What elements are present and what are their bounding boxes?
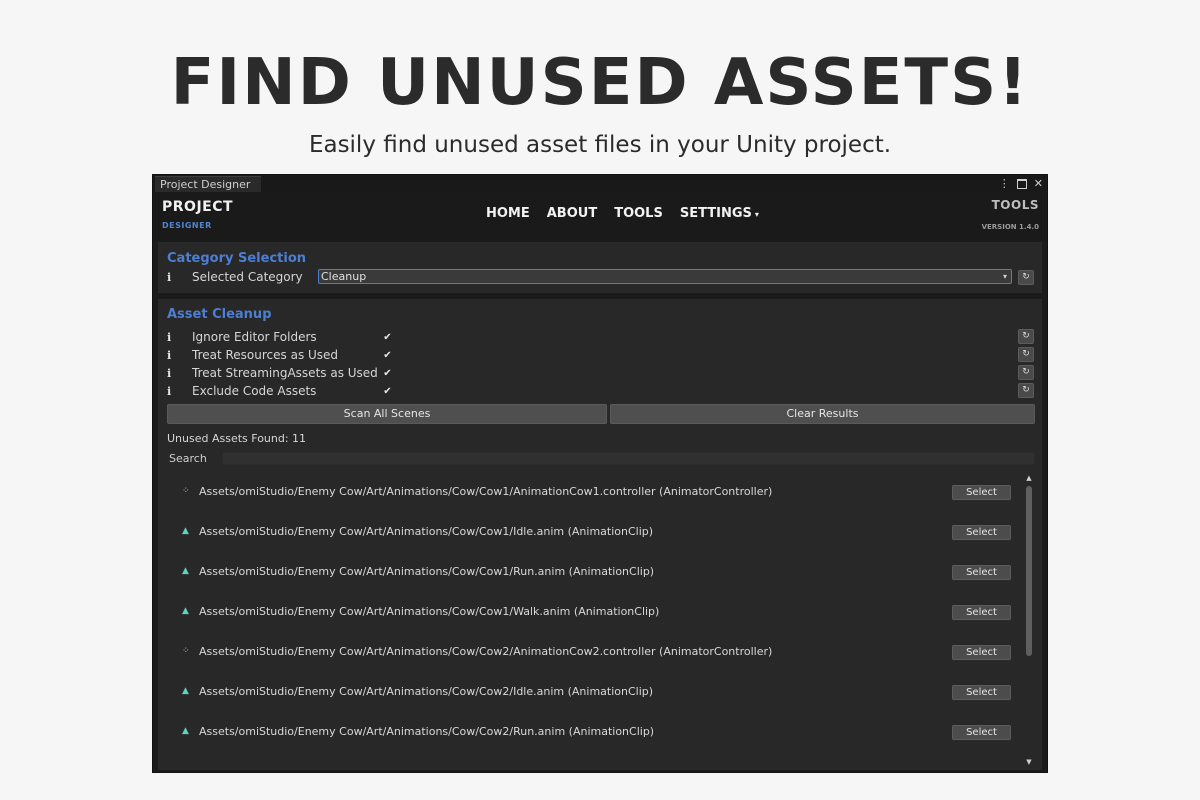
- asset-path: Assets/omiStudio/Enemy Cow/Art/Animation…: [199, 604, 660, 618]
- scroll-down-icon[interactable]: ▼: [1024, 758, 1034, 766]
- unused-count-label: Unused Assets Found: 11: [167, 432, 307, 445]
- option-row-resources: i Treat Resources as Used: [167, 347, 338, 363]
- option-row-ignore-editor: i Ignore Editor Folders: [167, 329, 317, 345]
- list-item: ▲ Assets/omiStudio/Enemy Cow/Art/Animati…: [182, 723, 654, 739]
- reset-button[interactable]: ↻: [1018, 329, 1034, 344]
- asset-cleanup-panel: Asset Cleanup i Ignore Editor Folders ✔ …: [158, 299, 1042, 770]
- select-button[interactable]: Select: [952, 485, 1011, 500]
- cleanup-section-title: Asset Cleanup: [167, 307, 272, 322]
- category-row: i Selected Category: [167, 269, 303, 285]
- asset-path: Assets/omiStudio/Enemy Cow/Art/Animation…: [199, 724, 655, 738]
- clear-results-button[interactable]: Clear Results: [610, 404, 1035, 424]
- search-input[interactable]: [222, 452, 1035, 465]
- animation-clip-icon: ▲: [182, 726, 189, 736]
- select-button[interactable]: Select: [952, 645, 1011, 660]
- option-row-streaming: i Treat StreamingAssets as Used: [167, 365, 378, 381]
- window-tabbar: Project Designer ⋮ ✕: [153, 175, 1047, 193]
- category-selection-panel: Category Selection i Selected Category C…: [158, 242, 1042, 293]
- option-label: Ignore Editor Folders: [192, 330, 317, 344]
- info-icon[interactable]: i: [167, 331, 180, 344]
- category-label: Selected Category: [192, 270, 303, 284]
- search-label: Search: [169, 452, 207, 465]
- reset-button[interactable]: ↻: [1018, 383, 1034, 398]
- nav-about[interactable]: ABOUT: [547, 206, 597, 221]
- nav-settings-label: SETTINGS: [679, 206, 752, 221]
- project-designer-window: Project Designer ⋮ ✕ PROJECT DESIGNER HO…: [152, 174, 1048, 773]
- results-scrollbar[interactable]: ▲ ▼: [1024, 474, 1034, 766]
- streaming-checkbox[interactable]: ✔: [382, 368, 393, 379]
- version-label: VERSION 1.4.0: [981, 223, 1039, 231]
- resources-checkbox[interactable]: ✔: [382, 350, 393, 361]
- window-controls: ⋮ ✕: [999, 175, 1043, 192]
- option-row-exclude-code: i Exclude Code Assets: [167, 383, 316, 399]
- select-button[interactable]: Select: [952, 605, 1011, 620]
- animation-clip-icon: ▲: [182, 606, 189, 616]
- hero-title: FIND UNUSED ASSETS!: [170, 46, 1030, 120]
- option-label: Treat Resources as Used: [192, 348, 339, 362]
- info-icon[interactable]: i: [167, 367, 180, 380]
- animator-controller-icon: ⁘: [182, 646, 190, 656]
- animation-clip-icon: ▲: [182, 686, 189, 696]
- scroll-up-icon[interactable]: ▲: [1024, 474, 1034, 482]
- asset-path: Assets/omiStudio/Enemy Cow/Art/Animation…: [199, 684, 654, 698]
- asset-path: Assets/omiStudio/Enemy Cow/Art/Animation…: [199, 564, 655, 578]
- info-icon[interactable]: i: [167, 385, 180, 398]
- nav-home[interactable]: HOME: [486, 206, 530, 221]
- animation-clip-icon: ▲: [182, 526, 189, 536]
- option-label: Exclude Code Assets: [192, 384, 317, 398]
- window-tab[interactable]: Project Designer: [155, 176, 262, 193]
- nav-settings[interactable]: SETTINGS ▾: [680, 206, 759, 221]
- category-dropdown[interactable]: Cleanup ▾: [318, 269, 1012, 284]
- list-item: ▲ Assets/omiStudio/Enemy Cow/Art/Animati…: [182, 603, 659, 619]
- caret-down-icon: ▾: [754, 210, 759, 219]
- hero-subtitle: Easily find unused asset files in your U…: [308, 132, 892, 158]
- logo-title: PROJECT: [162, 199, 234, 215]
- reset-button[interactable]: ↻: [1018, 347, 1034, 362]
- list-item: ▲ Assets/omiStudio/Enemy Cow/Art/Animati…: [182, 523, 653, 539]
- exclude-code-checkbox[interactable]: ✔: [382, 386, 393, 397]
- list-item: ▲ Assets/omiStudio/Enemy Cow/Art/Animati…: [182, 563, 654, 579]
- chevron-down-icon: ▾: [1002, 272, 1007, 281]
- list-item: ⁘ Assets/omiStudio/Enemy Cow/Art/Animati…: [182, 643, 772, 659]
- asset-path: Assets/omiStudio/Enemy Cow/Art/Animation…: [199, 484, 773, 498]
- kebab-menu-icon[interactable]: ⋮: [999, 177, 1010, 190]
- category-value: Cleanup: [321, 270, 367, 283]
- maximize-icon[interactable]: [1016, 178, 1027, 189]
- animation-clip-icon: ▲: [182, 566, 189, 576]
- animator-controller-icon: ⁘: [182, 486, 190, 496]
- reset-button[interactable]: ↻: [1018, 365, 1034, 380]
- info-icon[interactable]: i: [167, 271, 180, 284]
- info-icon[interactable]: i: [167, 349, 180, 362]
- nav-tools[interactable]: TOOLS: [614, 206, 663, 221]
- scroll-thumb[interactable]: [1026, 486, 1032, 656]
- select-button[interactable]: Select: [952, 565, 1011, 580]
- select-button[interactable]: Select: [952, 525, 1011, 540]
- tools-label: TOOLS: [991, 198, 1039, 212]
- main-nav: HOME ABOUT TOOLS SETTINGS ▾: [486, 206, 759, 221]
- asset-path: Assets/omiStudio/Enemy Cow/Art/Animation…: [199, 644, 773, 658]
- select-button[interactable]: Select: [952, 685, 1011, 700]
- category-section-title: Category Selection: [167, 251, 307, 266]
- select-button[interactable]: Select: [952, 725, 1011, 740]
- list-item: ▲ Assets/omiStudio/Enemy Cow/Art/Animati…: [182, 683, 653, 699]
- logo-subtitle: DESIGNER: [162, 221, 212, 230]
- scan-all-scenes-button[interactable]: Scan All Scenes: [167, 404, 607, 424]
- list-item: ⁘ Assets/omiStudio/Enemy Cow/Art/Animati…: [182, 483, 772, 499]
- asset-path: Assets/omiStudio/Enemy Cow/Art/Animation…: [199, 524, 654, 538]
- ignore-editor-checkbox[interactable]: ✔: [382, 332, 393, 343]
- app-header: PROJECT DESIGNER HOME ABOUT TOOLS SETTIN…: [153, 192, 1047, 242]
- close-icon[interactable]: ✕: [1034, 177, 1043, 190]
- option-label: Treat StreamingAssets as Used: [192, 366, 378, 380]
- category-reset-button[interactable]: ↻: [1018, 270, 1034, 285]
